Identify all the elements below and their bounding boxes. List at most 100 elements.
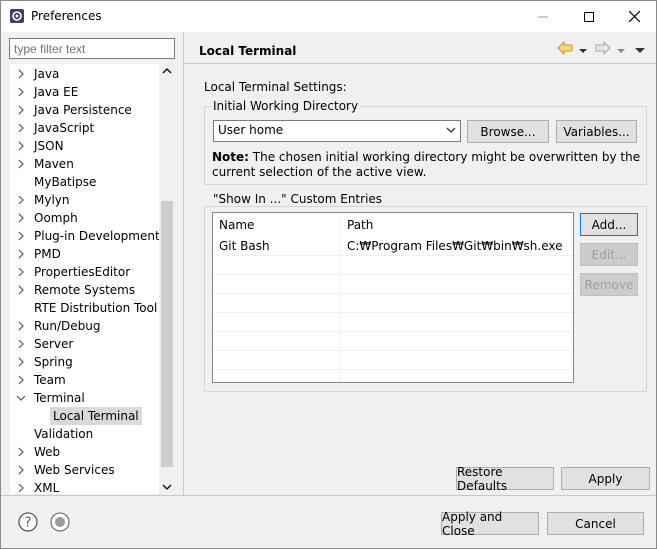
tree-item[interactable]: Plug-in Development <box>10 227 160 245</box>
tree-item[interactable]: Terminal <box>10 389 160 407</box>
chevron-right-icon[interactable] <box>16 245 26 263</box>
variables-button[interactable]: Variables... <box>556 120 637 143</box>
tree-item[interactable]: Server <box>10 335 160 353</box>
note-text: The chosen initial working directory mig… <box>212 150 641 179</box>
table-row[interactable] <box>213 332 573 351</box>
chevron-right-icon[interactable] <box>16 263 26 281</box>
chevron-right-icon[interactable] <box>16 353 26 371</box>
chevron-right-icon[interactable] <box>16 281 26 299</box>
show-in-table[interactable]: Name Path Git Bash C:₩Program Files₩Git₩b… <box>212 212 574 383</box>
minimize-button[interactable] <box>520 1 566 32</box>
preferences-window: Preferences JavaJava EEJava PersistenceJ… <box>0 0 657 549</box>
browse-button[interactable]: Browse... <box>467 120 549 143</box>
preference-tree[interactable]: Java Java EE Java Persistence JavaScript JSO… <box>9 63 175 495</box>
tree-item[interactable]: Oomph <box>10 209 160 227</box>
add-button[interactable]: Add... <box>580 213 638 236</box>
tree-item[interactable]: Maven <box>10 155 160 173</box>
scrollbar-thumb[interactable] <box>161 201 173 467</box>
view-menu-button[interactable] <box>635 43 645 61</box>
tree-item-label: MyBatipse <box>34 175 97 189</box>
chevron-right-icon[interactable] <box>16 101 26 119</box>
tree-item[interactable]: Run/Debug <box>10 317 160 335</box>
table-row[interactable] <box>213 313 573 332</box>
scroll-up-icon[interactable] <box>162 68 172 74</box>
tree-item-label: Remote Systems <box>34 283 136 297</box>
restore-defaults-button[interactable]: Restore Defaults <box>456 465 554 493</box>
show-in-group-title: "Show In ..." Custom Entries <box>211 192 385 206</box>
remove-button[interactable]: Remove <box>580 273 638 296</box>
tree-item[interactable]: RTE Distribution Tool <box>10 299 160 317</box>
cell-path: C:₩Program Files₩Git₩bin₩sh.exe <box>347 239 563 253</box>
window-title: Preferences <box>31 9 102 23</box>
back-arrow-icon <box>557 40 573 56</box>
table-row[interactable]: Git Bash C:₩Program Files₩Git₩bin₩sh.exe <box>213 237 573 256</box>
column-header-path[interactable]: Path <box>341 213 573 237</box>
back-history-dropdown[interactable] <box>579 43 587 61</box>
tree-item[interactable]: JavaScript <box>10 119 160 137</box>
tree-item[interactable]: PMD <box>10 245 160 263</box>
tree-item[interactable]: Java Persistence <box>10 101 160 119</box>
tree-item[interactable]: Mylyn <box>10 191 160 209</box>
filter-input[interactable] <box>9 38 175 59</box>
tree-scrollbar[interactable] <box>159 63 175 495</box>
tree-item[interactable]: Spring <box>10 353 160 371</box>
apply-and-close-label: Apply and Close <box>442 509 503 538</box>
tree-item[interactable]: Remote Systems <box>10 281 160 299</box>
column-header-name[interactable]: Name <box>213 213 340 237</box>
chevron-right-icon[interactable] <box>16 335 26 353</box>
edit-button[interactable]: Edit... <box>580 243 638 266</box>
chevron-right-icon[interactable] <box>16 191 26 209</box>
chevron-right-icon[interactable] <box>16 119 26 137</box>
import-export-button[interactable] <box>50 512 70 535</box>
chevron-right-icon[interactable] <box>16 371 26 389</box>
tree-item[interactable]: Web <box>10 443 160 461</box>
chevron-right-icon[interactable] <box>16 209 26 227</box>
chevron-right-icon[interactable] <box>16 227 26 245</box>
tree-item[interactable]: MyBatipse <box>10 173 160 191</box>
chevron-right-icon[interactable] <box>16 155 26 173</box>
chevron-right-icon[interactable] <box>16 83 26 101</box>
header-separator <box>184 63 656 64</box>
table-row[interactable] <box>213 275 573 294</box>
tree-item-label: Oomph <box>34 211 78 225</box>
forward-history-dropdown[interactable] <box>617 43 625 61</box>
tree-item-label: Web <box>34 445 61 459</box>
close-button[interactable] <box>611 1 657 32</box>
tree-item-label: JavaScript <box>34 121 95 135</box>
tree-item[interactable]: PropertiesEditor <box>10 263 160 281</box>
tree-item[interactable]: Local Terminal <box>10 407 160 425</box>
table-row[interactable] <box>213 351 573 370</box>
chevron-right-icon[interactable] <box>16 479 26 495</box>
initial-dir-value: User home <box>218 123 284 137</box>
tree-item[interactable]: Java <box>10 65 160 83</box>
tree-item[interactable]: Team <box>10 371 160 389</box>
chevron-right-icon[interactable] <box>16 461 26 479</box>
scroll-down-icon[interactable] <box>162 484 172 490</box>
tree-item[interactable]: Java EE <box>10 83 160 101</box>
apply-and-close-button[interactable]: Apply and Close <box>441 509 539 538</box>
chevron-right-icon[interactable] <box>16 443 26 461</box>
back-button[interactable] <box>557 40 573 59</box>
tree-item[interactable]: Validation <box>10 425 160 443</box>
tree-item-label: Plug-in Development <box>34 229 160 243</box>
help-button[interactable]: ? <box>18 512 38 535</box>
chevron-right-icon[interactable] <box>16 65 26 83</box>
initial-dir-combo[interactable]: User home <box>213 120 461 142</box>
cancel-button[interactable]: Cancel <box>547 512 644 535</box>
chevron-down-icon[interactable] <box>16 389 26 407</box>
forward-button[interactable] <box>595 40 611 59</box>
cell-name: Git Bash <box>219 239 270 253</box>
table-row[interactable] <box>213 370 573 382</box>
footer-separator <box>1 495 656 496</box>
chevron-down-icon <box>617 49 625 53</box>
maximize-button[interactable] <box>566 1 612 32</box>
chevron-right-icon[interactable] <box>16 137 26 155</box>
tree-item[interactable]: Web Services <box>10 461 160 479</box>
settings-label: Local Terminal Settings: <box>204 80 347 94</box>
chevron-right-icon[interactable] <box>16 317 26 335</box>
table-row[interactable] <box>213 256 573 275</box>
table-row[interactable] <box>213 294 573 313</box>
tree-item[interactable]: JSON <box>10 137 160 155</box>
apply-button[interactable]: Apply <box>561 467 650 490</box>
tree-item[interactable]: XML <box>10 479 160 495</box>
